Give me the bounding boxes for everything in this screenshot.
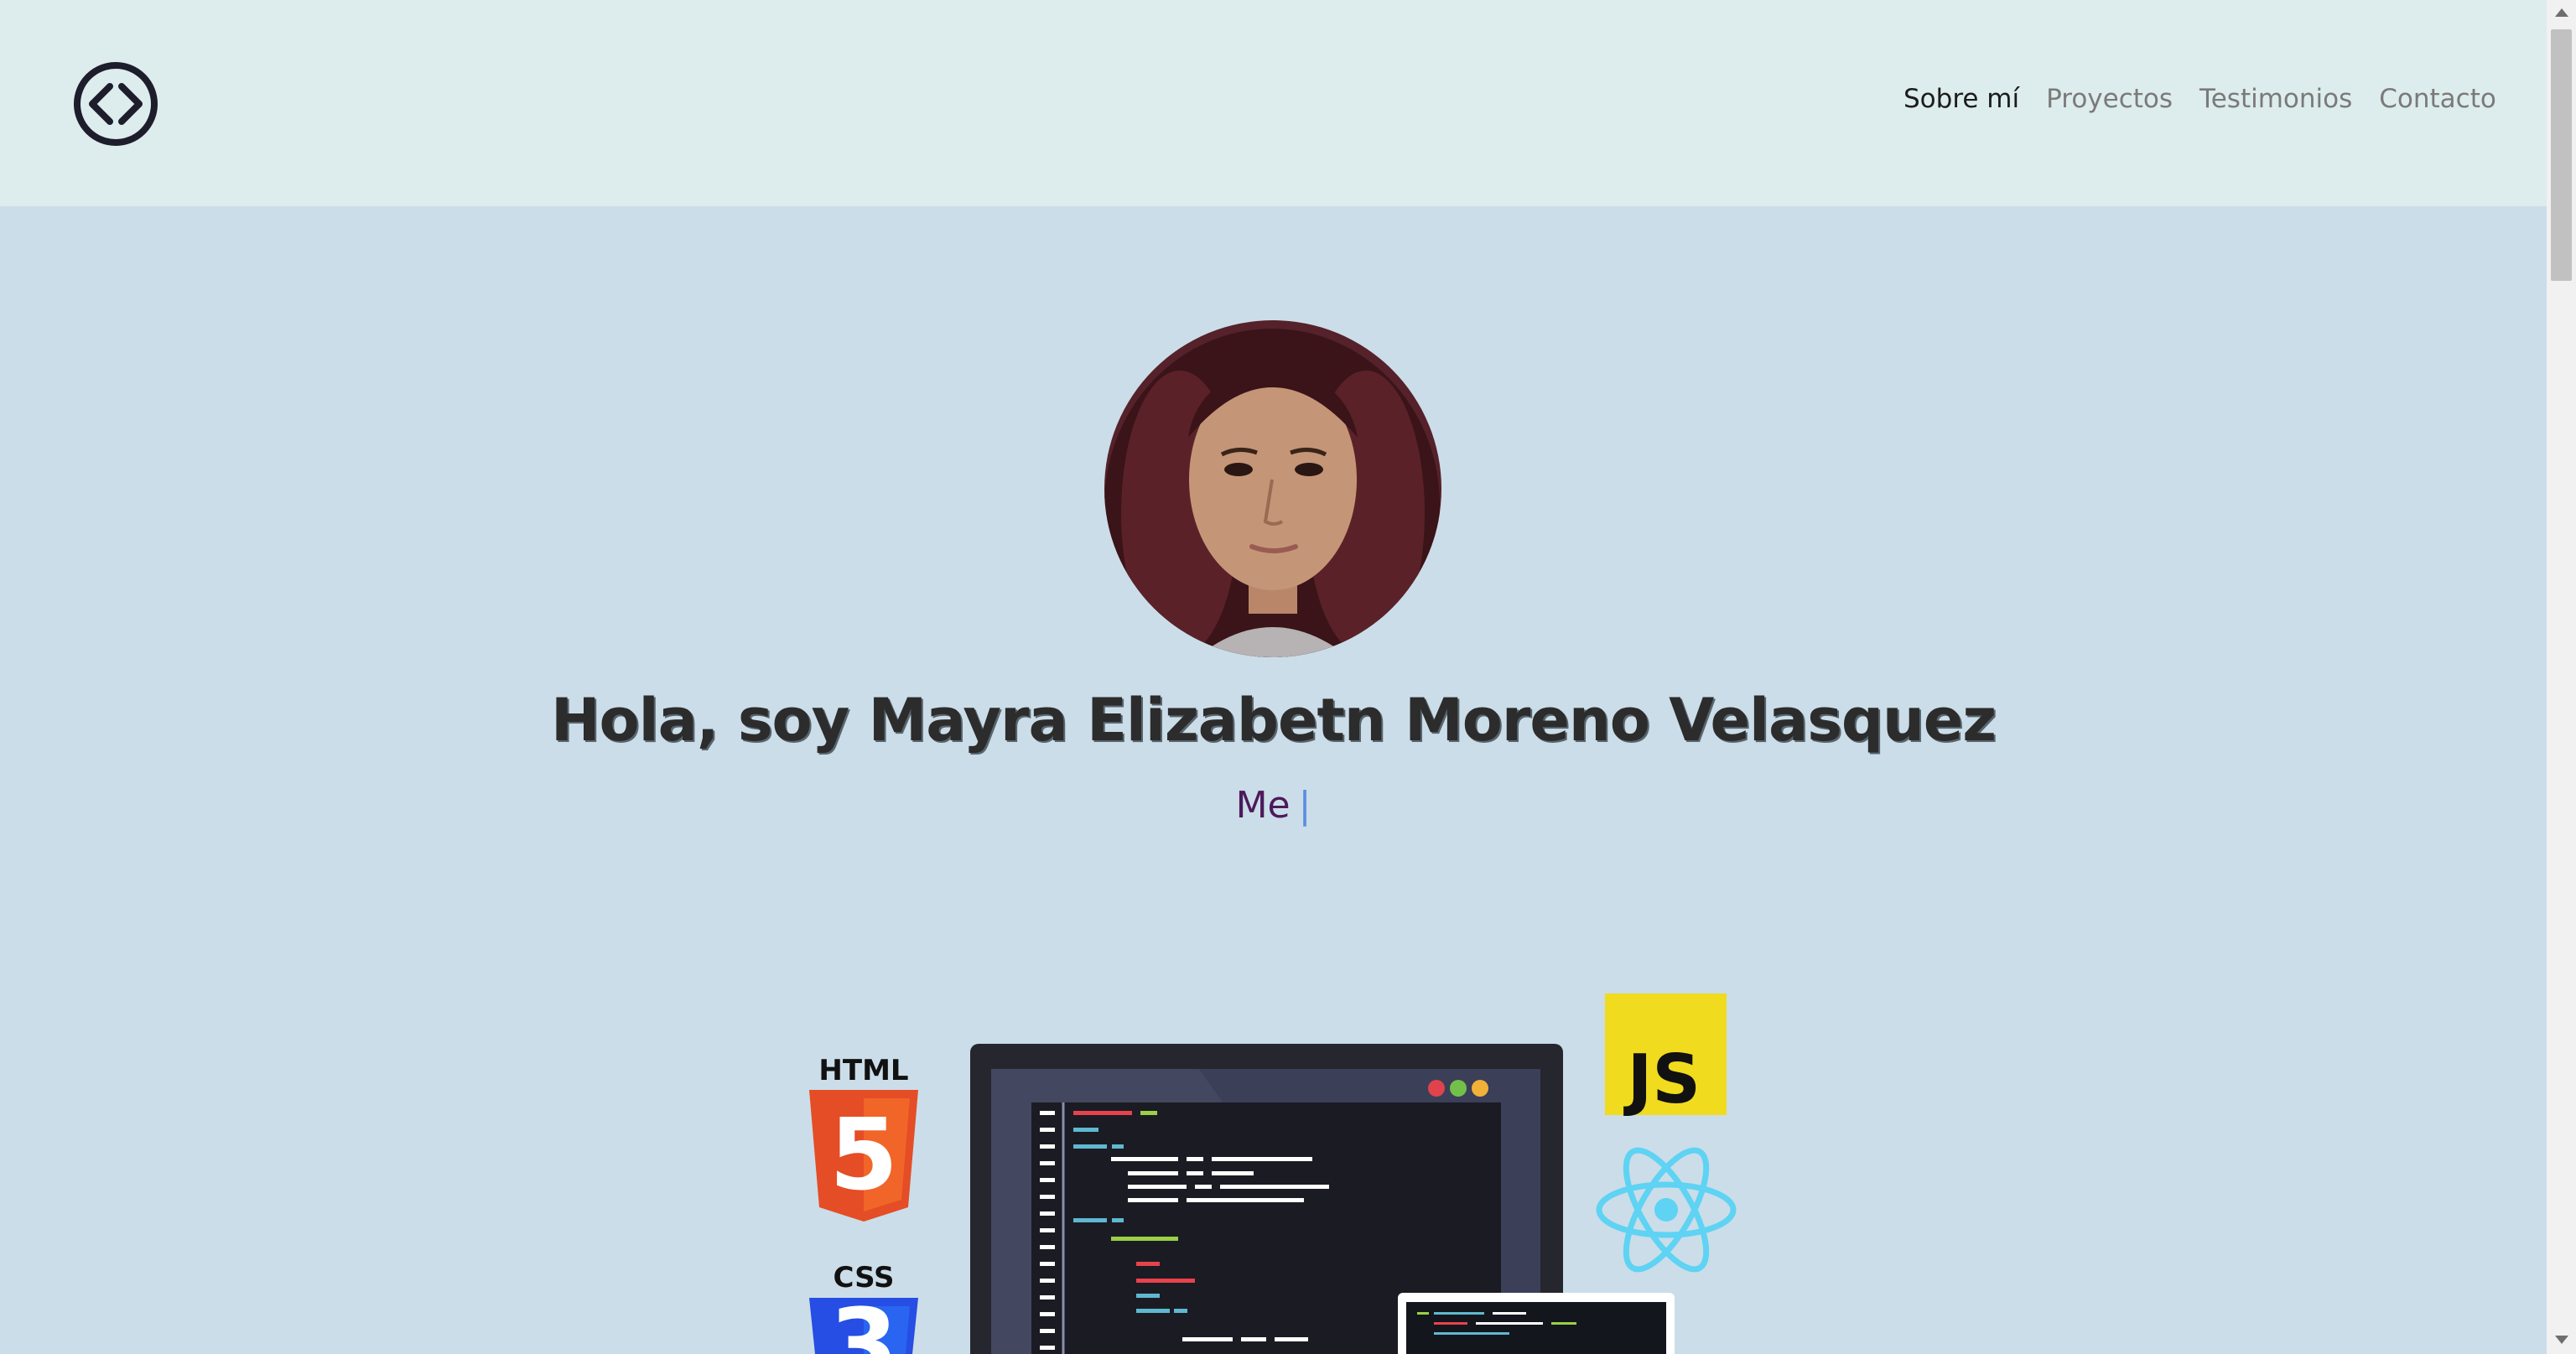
html5-digit: 5 — [829, 1097, 898, 1212]
nav-link-sobre-mi[interactable]: Sobre mí — [1903, 84, 2019, 114]
code-brackets-icon[interactable] — [73, 61, 158, 147]
profile-photo — [1104, 320, 1441, 657]
typing-cursor: | — [1298, 784, 1311, 827]
navbar: Sobre mí Proyectos Testimonios Contacto — [0, 0, 2547, 206]
nav-link-testimonios[interactable]: Testimonios — [2199, 84, 2352, 114]
nav-links: Sobre mí Proyectos Testimonios Contacto — [1903, 84, 2523, 114]
javascript-badge: JS — [1605, 993, 1727, 1118]
small-laptop — [1398, 1293, 1675, 1354]
html5-label: HTML — [818, 1054, 908, 1087]
typed-text: Me — [1235, 784, 1291, 827]
css3-badge: CSS 3 — [809, 1261, 918, 1354]
js-label: JS — [1623, 1040, 1701, 1118]
scroll-down-arrow-icon[interactable] — [2555, 1336, 2568, 1344]
developer-illustration: HTML 5 CSS 3 JS — [809, 993, 1737, 1354]
nav-link-contacto[interactable]: Contacto — [2379, 84, 2496, 114]
react-icon — [1596, 1147, 1737, 1273]
vertical-scrollbar[interactable] — [2547, 0, 2576, 1354]
typed-text-line: Me | — [0, 784, 2547, 827]
scroll-up-arrow-icon[interactable] — [2555, 8, 2568, 17]
scroll-thumb[interactable] — [2551, 29, 2572, 281]
html5-badge: HTML 5 — [809, 1054, 918, 1222]
css3-digit: 3 — [829, 1287, 898, 1354]
hero-title: Hola, soy Mayra Elizabetn Moreno Velasqu… — [550, 686, 1997, 755]
nav-link-proyectos[interactable]: Proyectos — [2046, 84, 2173, 114]
